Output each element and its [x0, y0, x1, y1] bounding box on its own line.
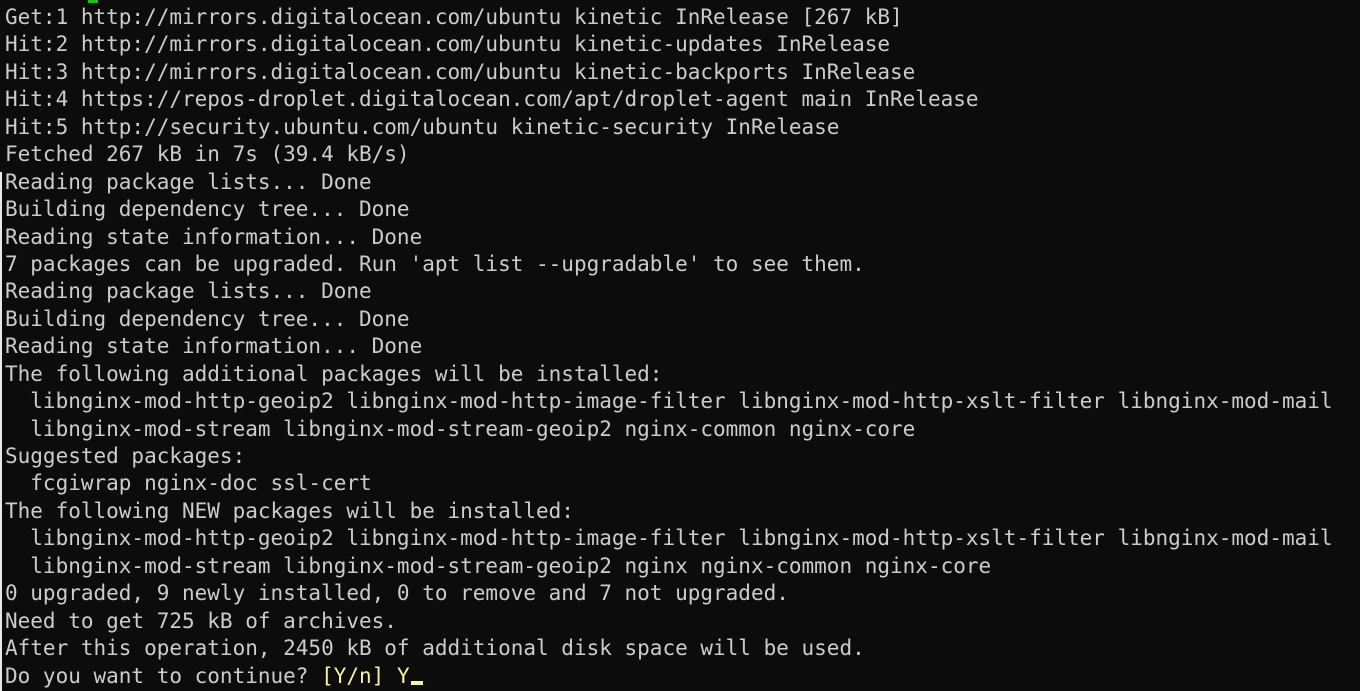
previous-prompt-fragment: [88, 0, 98, 3]
output-line: The following additional packages will b…: [5, 361, 663, 386]
window-left-edge: [0, 172, 2, 691]
output-line: libnginx-mod-stream libnginx-mod-stream-…: [5, 416, 916, 441]
typed-answer[interactable]: Y: [384, 664, 410, 688]
output-line: libnginx-mod-http-geoip2 libnginx-mod-ht…: [5, 526, 1333, 551]
prompt-question: Do you want to continue?: [5, 663, 322, 688]
output-line: Hit:4 https://repos-droplet.digitalocean…: [5, 87, 979, 112]
output-line: libnginx-mod-http-geoip2 libnginx-mod-ht…: [5, 389, 1333, 414]
terminal-window[interactable]: Get:1 http://mirrors.digitalocean.com/ub…: [0, 0, 1360, 691]
output-line: Building dependency tree... Done: [5, 197, 410, 222]
output-line: Suggested packages:: [5, 444, 246, 468]
output-line: Need to get 725 kB of archives.: [5, 608, 397, 633]
output-line: Hit:2 http://mirrors.digitalocean.com/ub…: [5, 32, 891, 57]
output-line: fcgiwrap nginx-doc ssl-cert: [5, 471, 372, 496]
output-line: libnginx-mod-stream libnginx-mod-stream-…: [5, 553, 992, 578]
continue-prompt[interactable]: Do you want to continue? [Y/n] Y: [5, 663, 1333, 690]
output-line: Reading state information... Done: [5, 224, 423, 249]
output-line: 7 packages can be upgraded. Run 'apt lis…: [5, 251, 865, 276]
output-line: The following NEW packages will be insta…: [5, 498, 574, 523]
output-line: Reading state information... Done: [5, 334, 423, 359]
output-line: Hit:5 http://security.ubuntu.com/ubuntu …: [5, 114, 840, 139]
output-line: Hit:3 http://mirrors.digitalocean.com/ub…: [5, 59, 916, 84]
terminal-output: Get:1 http://mirrors.digitalocean.com/ub…: [5, 4, 1333, 690]
output-line: After this operation, 2450 kB of additio…: [5, 636, 865, 661]
output-line: 0 upgraded, 9 newly installed, 0 to remo…: [5, 581, 789, 606]
text-cursor: [410, 680, 423, 685]
output-line: Fetched 267 kB in 7s (39.4 kB/s): [5, 142, 410, 167]
output-line: Reading package lists... Done: [5, 279, 372, 304]
output-line: Get:1 http://mirrors.digitalocean.com/ub…: [5, 5, 903, 29]
output-line: Reading package lists... Done: [5, 169, 372, 194]
prompt-options: [Y/n]: [321, 663, 385, 688]
output-line: Building dependency tree... Done: [5, 306, 410, 331]
